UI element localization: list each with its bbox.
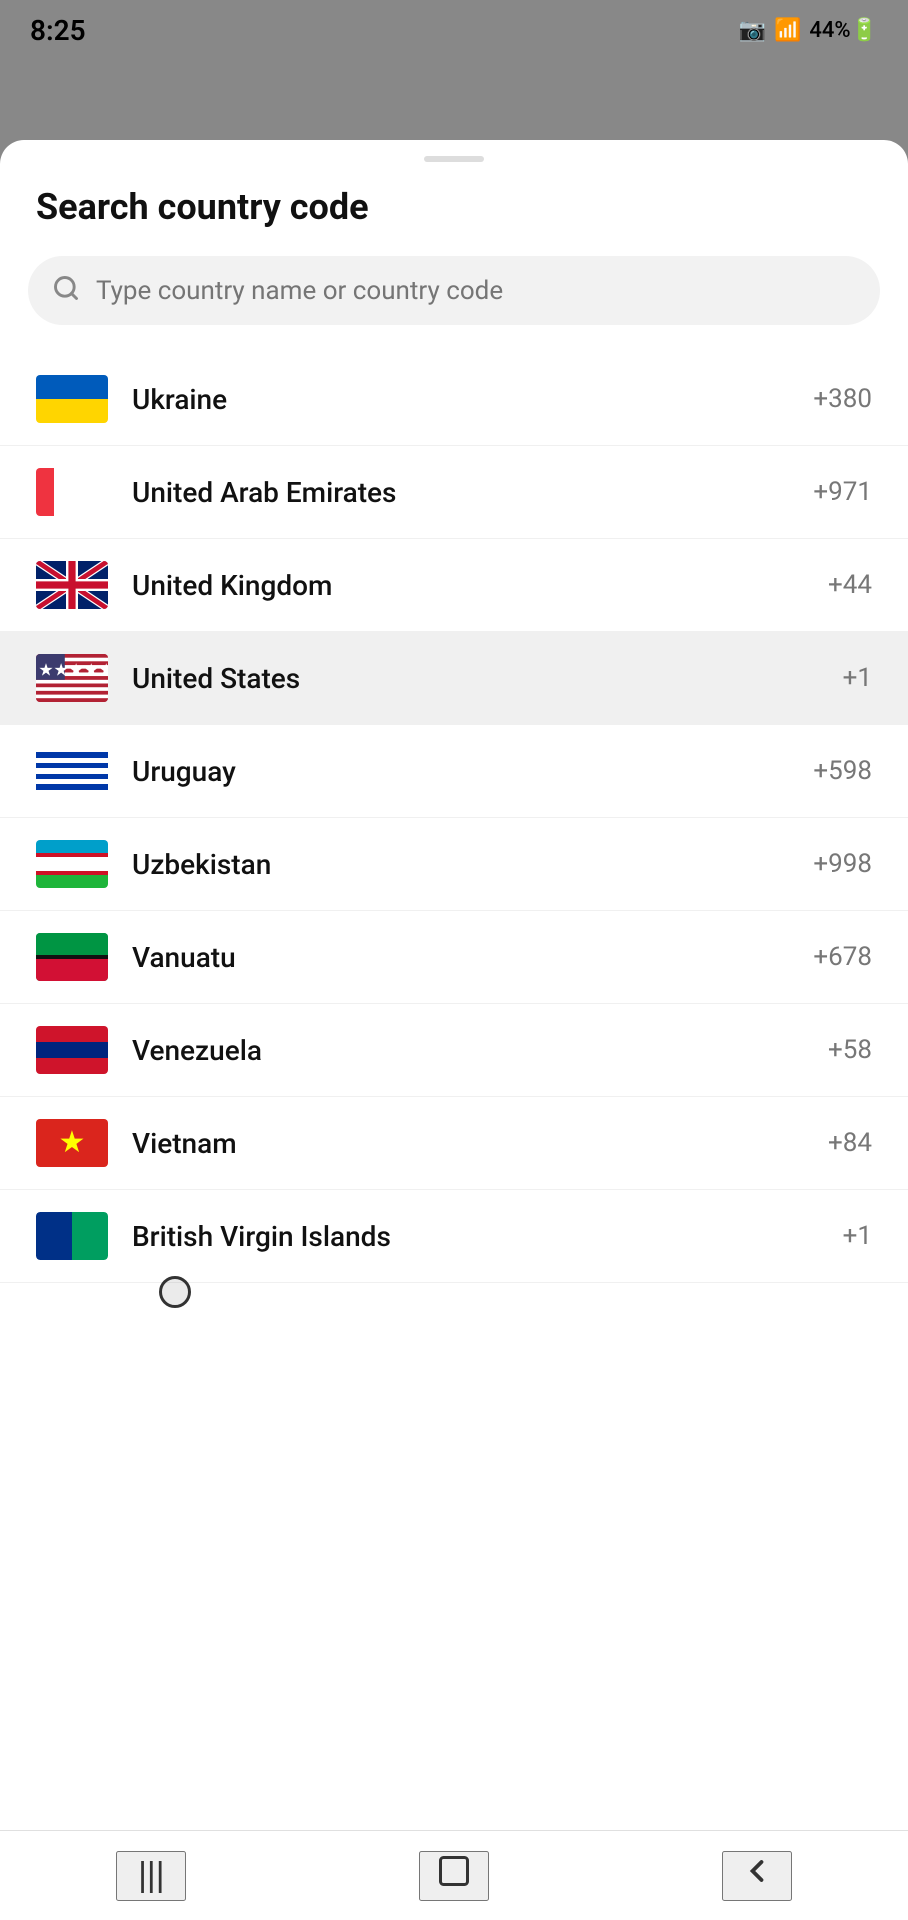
country-dial-code: +1	[843, 1221, 872, 1251]
list-item[interactable]: United Kingdom +44	[0, 539, 908, 632]
flag-vietnam: ★	[36, 1119, 108, 1167]
flag-venezuela	[36, 1026, 108, 1074]
list-item[interactable]: Ukraine +380	[0, 353, 908, 446]
flag-uae	[36, 468, 108, 516]
country-dial-code: +380	[813, 384, 872, 414]
search-bar[interactable]	[28, 256, 880, 325]
country-name: United Kingdom	[132, 569, 828, 602]
home-button[interactable]	[419, 1851, 489, 1901]
country-dial-code: +58	[828, 1035, 872, 1065]
battery-indicator: 44%🔋	[809, 18, 878, 43]
country-name: Vietnam	[132, 1127, 828, 1160]
recent-apps-icon: |||	[138, 1856, 165, 1895]
list-item[interactable]: Uruguay +598	[0, 725, 908, 818]
flag-uzbekistan	[36, 840, 108, 888]
flag-us: ★★★★★★	[36, 654, 108, 702]
sheet-title: Search country code	[0, 186, 908, 256]
search-icon	[52, 274, 80, 307]
list-item[interactable]: United Arab Emirates +971	[0, 446, 908, 539]
country-name: British Virgin Islands	[132, 1220, 843, 1253]
search-input[interactable]	[96, 276, 856, 306]
home-icon	[436, 1853, 472, 1898]
country-dial-code: +44	[828, 570, 872, 600]
country-name: Uruguay	[132, 755, 813, 788]
country-dial-code: +84	[828, 1128, 872, 1158]
status-bar: 8:25 📷 📶 44%🔋	[0, 0, 908, 60]
list-item[interactable]: ★★★★★★ United States +1	[0, 632, 908, 725]
signal-icon: 📶	[774, 18, 801, 43]
country-name: United States	[132, 662, 843, 695]
list-item[interactable]: Vanuatu +678	[0, 911, 908, 1004]
recent-apps-button[interactable]: |||	[116, 1851, 186, 1901]
country-dial-code: +971	[813, 477, 872, 507]
country-dial-code: +598	[813, 756, 872, 786]
back-icon	[739, 1853, 775, 1898]
country-dial-code: +1	[843, 663, 872, 693]
sheet-handle[interactable]	[424, 156, 484, 162]
country-list: Ukraine +380 United Arab Emirates +971	[0, 353, 908, 1283]
country-dial-code: +678	[813, 942, 872, 972]
flag-uk	[36, 561, 108, 609]
flag-bvi	[36, 1212, 108, 1260]
list-item[interactable]: Venezuela +58	[0, 1004, 908, 1097]
modal-backdrop	[0, 60, 908, 140]
country-name: Uzbekistan	[132, 848, 813, 881]
country-name: Vanuatu	[132, 941, 813, 974]
vietnam-star: ★	[59, 1128, 86, 1158]
status-time: 8:25	[30, 14, 86, 47]
country-dial-code: +998	[813, 849, 872, 879]
country-name: United Arab Emirates	[132, 476, 813, 509]
flag-ukraine	[36, 375, 108, 423]
flag-vanuatu	[36, 933, 108, 981]
search-bar-wrapper	[0, 256, 908, 353]
list-item[interactable]: British Virgin Islands +1	[0, 1190, 908, 1283]
back-button[interactable]	[722, 1851, 792, 1901]
country-name: Ukraine	[132, 383, 813, 416]
status-icons: 📷 📶 44%🔋	[739, 18, 878, 43]
list-item[interactable]: ★ Vietnam +84	[0, 1097, 908, 1190]
flag-uruguay	[36, 747, 108, 795]
svg-text:★★★★★★: ★★★★★★	[38, 661, 108, 681]
country-name: Venezuela	[132, 1034, 828, 1067]
bottom-sheet: Search country code Ukraine +380	[0, 140, 908, 1900]
camera-icon: 📷	[739, 18, 766, 43]
list-item[interactable]: Uzbekistan +998	[0, 818, 908, 911]
nav-bar: |||	[0, 1830, 908, 1920]
